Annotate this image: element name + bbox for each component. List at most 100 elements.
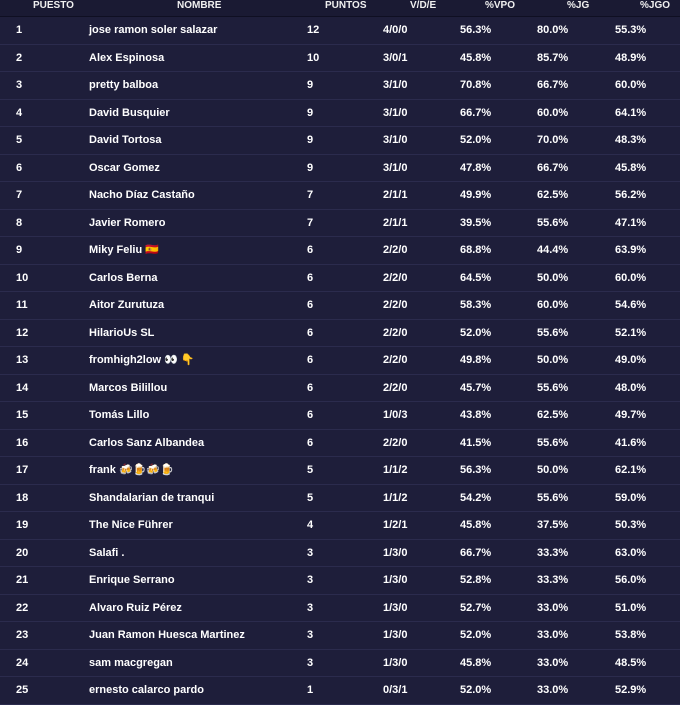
cell-nombre[interactable]: Nacho Díaz Castaño [89,182,195,209]
cell-jgo: 45.8% [615,161,647,174]
cell-jg: 55.6% [537,216,569,229]
cell-nombre[interactable]: The Nice Führer [89,512,173,539]
cell-vpo: 52.0% [460,326,492,339]
cell-nombre[interactable]: sam macgregan [89,650,173,677]
table-row[interactable]: 4 David Busquier 9 3/1/0 66.7% 60.0% 64.1% [0,100,680,127]
table-row[interactable]: 17 frank 🍻🍺🍻🍺 5 1/1/2 56.3% 50.0% 62.1% [0,457,680,485]
cell-nombre[interactable]: fromhigh2low 👀 👇 [89,347,195,374]
cell-nombre[interactable]: frank 🍻🍺🍻🍺 [89,457,174,484]
table-row[interactable]: 25 ernesto calarco pardo 1 0/3/1 52.0% 33.0% 5… [0,677,680,705]
table-row[interactable]: 18 Shandalarian de tranqui 5 1/1/2 54.2% 55.6… [0,485,680,512]
cell-vpo: 58.3% [460,299,492,311]
cell-vpo: 49.9% [460,189,492,201]
cell-nombre[interactable]: Alex Espinosa [89,45,164,72]
table-row[interactable]: 10 Carlos Berna 6 2/2/0 64.5% 50.0% 60.0% [0,265,680,292]
cell-puesto: 6 [16,161,23,174]
table-row[interactable]: 8 Javier Romero 7 2/1/1 39.5% 55.6% 47.1% [0,210,680,237]
cell-puntos: 9 [307,161,314,174]
table-row[interactable]: 22 Alvaro Ruiz Pérez 3 1/3/0 52.7% 33.0% 51.0% [0,595,680,622]
table-row[interactable]: 7 Nacho Díaz Castaño 7 2/1/1 49.9% 62.5% 56.2% [0,182,680,210]
table-row[interactable]: 16 Carlos Sanz Albandea 6 2/2/0 41.5% 55.6% 41… [0,430,680,457]
cell-jgo: 56.2% [615,189,647,201]
cell-vde: 2/2/0 [383,299,408,311]
cell-nombre[interactable]: Oscar Gomez [89,155,160,182]
table-row[interactable]: 5 David Tortosa 9 3/1/0 52.0% 70.0% 48.3% [0,127,680,155]
table-row[interactable]: 13 fromhigh2low 👀 👇 6 2/2/0 49.8% 50.0% 49.0% [0,347,680,375]
header-vpo[interactable]: %VPO [485,0,515,12]
cell-nombre[interactable]: Juan Ramon Huesca Martinez [89,622,245,649]
cell-jg: 55.6% [537,326,569,339]
cell-jgo: 63.0% [615,546,647,559]
cell-nombre[interactable]: Salafi . [89,540,124,567]
table-row[interactable]: 9 Miky Feliu 🇪🇸 6 2/2/0 68.8% 44.4% 63.9% [0,237,680,265]
table-row[interactable]: 3 pretty balboa 9 3/1/0 70.8% 66.7% 60.0% [0,72,680,100]
cell-vpo: 56.3% [460,24,492,36]
cell-nombre[interactable]: Alvaro Ruiz Pérez [89,595,182,622]
cell-nombre[interactable]: Marcos Bilillou [89,375,167,402]
cell-jg: 55.6% [537,436,569,449]
cell-jgo: 62.1% [615,464,647,476]
cell-nombre[interactable]: Javier Romero [89,210,165,237]
standings-table: PUESTO NOMBRE PUNTOS V/D/E %VPO %JG %JGO… [0,0,680,705]
cell-puesto: 12 [16,326,29,339]
header-jgo[interactable]: %JGO [640,0,670,12]
cell-puesto: 15 [16,409,29,421]
table-row[interactable]: 15 Tomás Lillo 6 1/0/3 43.8% 62.5% 49.7% [0,402,680,430]
header-puntos[interactable]: PUNTOS [325,0,367,12]
header-vde[interactable]: V/D/E [410,0,436,12]
cell-vde: 1/1/2 [383,464,408,476]
cell-nombre[interactable]: Carlos Sanz Albandea [89,430,204,457]
cell-jgo: 41.6% [615,436,647,449]
cell-puntos: 3 [307,656,314,669]
cell-puesto: 23 [16,629,29,641]
table-row[interactable]: 1 jose ramon soler salazar 12 4/0/0 56.3% 80.… [0,17,680,45]
cell-jgo: 48.9% [615,51,647,64]
cell-nombre[interactable]: Enrique Serrano [89,567,175,594]
table-row[interactable]: 23 Juan Ramon Huesca Martinez 3 1/3/0 52.0% 3… [0,622,680,650]
cell-jg: 80.0% [537,24,569,36]
cell-puntos: 3 [307,546,314,559]
cell-nombre[interactable]: jose ramon soler salazar [89,17,217,44]
cell-jgo: 49.7% [615,409,647,421]
cell-jgo: 60.0% [615,79,647,91]
cell-nombre[interactable]: Carlos Berna [89,265,157,292]
cell-jg: 70.0% [537,134,569,146]
cell-nombre[interactable]: HilarioUs SL [89,320,154,347]
header-jg[interactable]: %JG [567,0,589,12]
cell-jgo: 48.3% [615,134,647,146]
cell-jgo: 63.9% [615,244,647,256]
table-row[interactable]: 6 Oscar Gomez 9 3/1/0 47.8% 66.7% 45.8% [0,155,680,182]
table-row[interactable]: 24 sam macgregan 3 1/3/0 45.8% 33.0% 48.5% [0,650,680,677]
cell-vde: 1/3/0 [383,656,408,669]
cell-nombre[interactable]: pretty balboa [89,72,158,99]
table-row[interactable]: 12 HilarioUs SL 6 2/2/0 52.0% 55.6% 52.1% [0,320,680,347]
cell-vpo: 52.0% [460,629,492,641]
cell-puesto: 18 [16,491,29,504]
table-row[interactable]: 21 Enrique Serrano 3 1/3/0 52.8% 33.3% 56.0% [0,567,680,595]
cell-nombre[interactable]: Shandalarian de tranqui [89,485,214,512]
table-row[interactable]: 14 Marcos Bilillou 6 2/2/0 45.7% 55.6% 48.0% [0,375,680,402]
table-row[interactable]: 11 Aitor Zurutuza 6 2/2/0 58.3% 60.0% 54.6% [0,292,680,320]
cell-puntos: 9 [307,79,314,91]
cell-nombre[interactable]: David Tortosa [89,127,162,154]
cell-vpo: 45.7% [460,381,492,394]
cell-puesto: 10 [16,271,29,284]
cell-puntos: 6 [307,244,314,256]
table-body: 1 jose ramon soler salazar 12 4/0/0 56.3% 80.… [0,17,680,705]
cell-jg: 33.3% [537,546,569,559]
cell-puntos: 9 [307,106,314,119]
cell-nombre[interactable]: Tomás Lillo [89,402,149,429]
cell-puntos: 6 [307,326,314,339]
cell-nombre[interactable]: ernesto calarco pardo [89,677,204,704]
table-row[interactable]: 19 The Nice Führer 4 1/2/1 45.8% 37.5% 50.3% [0,512,680,540]
cell-jg: 62.5% [537,189,569,201]
cell-nombre[interactable]: David Busquier [89,100,170,127]
cell-nombre[interactable]: Miky Feliu 🇪🇸 [89,237,159,264]
cell-nombre[interactable]: Aitor Zurutuza [89,292,164,319]
cell-vde: 2/2/0 [383,436,408,449]
table-row[interactable]: 20 Salafi . 3 1/3/0 66.7% 33.3% 63.0% [0,540,680,567]
table-row[interactable]: 2 Alex Espinosa 10 3/0/1 45.8% 85.7% 48.9% [0,45,680,72]
header-puesto[interactable]: PUESTO [33,0,74,12]
header-nombre[interactable]: NOMBRE [177,0,221,12]
cell-vde: 2/2/0 [383,381,408,394]
